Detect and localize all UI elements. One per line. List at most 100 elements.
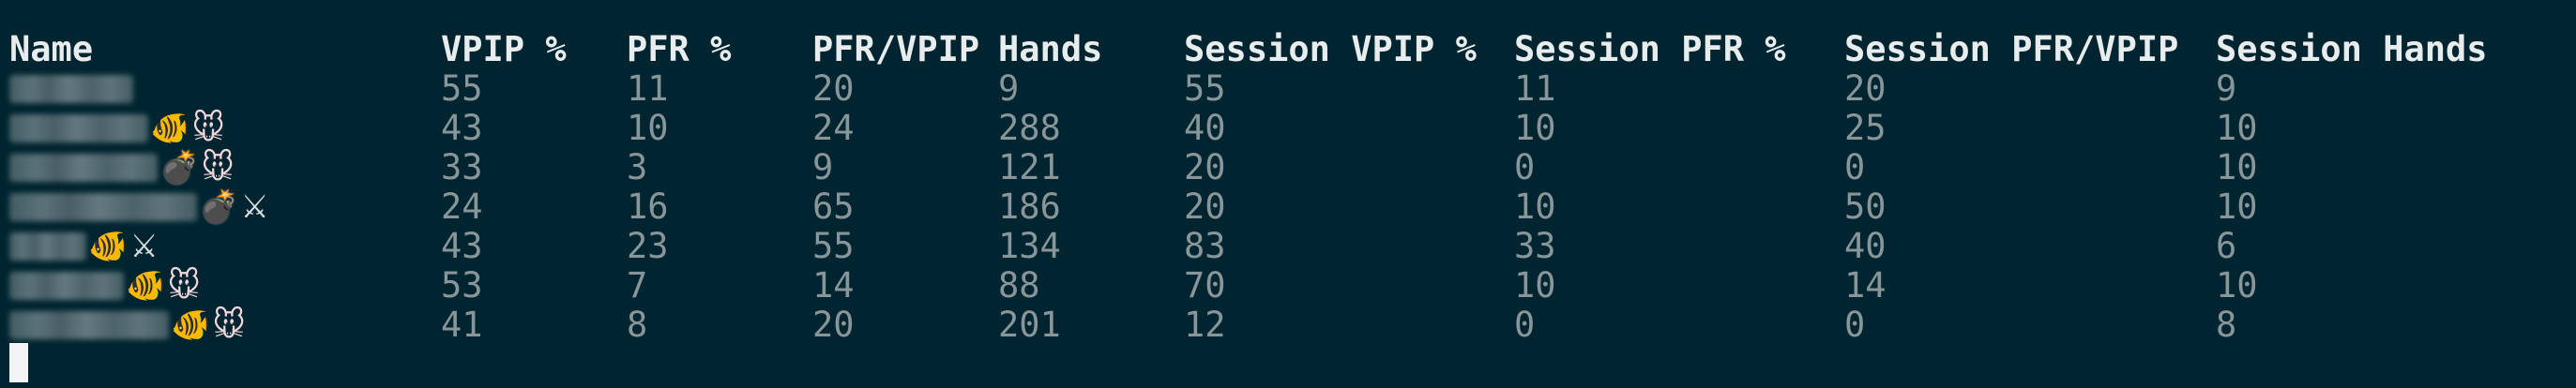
table-header-row: Name VPIP % PFR % PFR/VPIP Hands Session… [0,30,2576,69]
fish-icon: 🐠 [171,306,211,344]
stat-cell: 83 [1184,226,1226,266]
stat-cell: 10 [1514,187,1556,227]
stat-cell: 50 [1844,187,1887,227]
stat-cell: 53 [441,265,483,306]
bomb-icon: 💣 [199,188,239,226]
stat-cell: 43 [441,108,483,148]
player-name-cell: 🐠 🐭 [9,306,246,345]
table-row: 55 11 20 9 55 11 20 9 [0,69,2576,109]
stat-cell: 55 [812,226,855,266]
player-name-cell [9,69,133,109]
stat-cell: 6 [2216,226,2237,266]
redacted-player-name [9,75,133,103]
stat-cell: 0 [1514,147,1536,187]
mouse-icon: 🐭 [212,306,246,344]
redacted-player-name [9,154,158,182]
terminal-cursor [9,343,28,382]
stat-cell: 65 [812,187,855,227]
stat-cell: 55 [441,68,483,109]
stat-cell: 40 [1184,108,1226,148]
stat-cell: 11 [1514,68,1556,109]
header-session-hands: Session Hands [2216,29,2488,69]
stat-cell: 7 [627,265,648,306]
stat-cell: 10 [627,108,669,148]
player-name-cell: 💣 ⚔ [9,187,269,227]
stat-cell: 10 [2216,187,2258,227]
stat-cell: 0 [1844,147,1866,187]
stat-cell: 24 [812,108,855,148]
stat-cell: 9 [2216,68,2237,109]
stat-cell: 20 [812,305,855,345]
table-row: 💣 🐭 33 3 9 121 20 0 0 10 [0,148,2576,187]
table-row: 🐠 🐭 41 8 20 201 12 0 0 8 [0,306,2576,345]
redacted-player-name [9,272,124,300]
header-session-pfr-vpip: Session PFR/VPIP [1844,29,2179,69]
stat-cell: 14 [1844,265,1887,306]
stat-cell: 10 [2216,108,2258,148]
swords-icon: ⚔ [240,188,269,226]
stat-cell: 10 [2216,147,2258,187]
stat-cell: 10 [1514,108,1556,148]
stat-cell: 11 [627,68,669,109]
stat-cell: 186 [998,187,1061,227]
redacted-player-name [9,114,148,142]
player-name-cell: 💣 🐭 [9,148,235,187]
stat-cell: 9 [998,68,1020,109]
stat-cell: 55 [1184,68,1226,109]
header-pfr-vpip: PFR/VPIP [812,29,980,69]
table-row: 🐠 🐭 53 7 14 88 70 10 14 10 [0,266,2576,306]
header-session-vpip: Session VPIP % [1184,29,1477,69]
stat-cell: 10 [1514,265,1556,306]
header-hands: Hands [998,29,1103,69]
stat-cell: 0 [1844,305,1866,345]
player-name-cell: 🐠 ⚔ [9,227,159,266]
redacted-player-name [9,193,197,221]
mouse-icon: 🐭 [167,267,201,305]
fish-icon: 🐠 [150,110,190,147]
stat-cell: 20 [1184,147,1226,187]
table-row: 🐠 ⚔ 43 23 55 134 83 33 40 6 [0,227,2576,266]
stat-cell: 3 [627,147,648,187]
terminal-window[interactable]: Name VPIP % PFR % PFR/VPIP Hands Session… [0,0,2576,388]
stat-cell: 70 [1184,265,1226,306]
stat-cell: 41 [441,305,483,345]
fish-icon: 🐠 [88,228,129,265]
stat-cell: 134 [998,226,1061,266]
header-pfr: PFR % [627,29,732,69]
mouse-icon: 🐭 [191,110,225,147]
stat-cell: 23 [627,226,669,266]
stat-cell: 8 [2216,305,2237,345]
mouse-icon: 🐭 [201,149,235,187]
header-session-pfr: Session PFR % [1514,29,1786,69]
stat-cell: 43 [441,226,483,266]
player-name-cell: 🐠 🐭 [9,266,201,306]
stat-cell: 8 [627,305,648,345]
bomb-icon: 💣 [159,149,200,187]
stat-cell: 88 [998,265,1040,306]
table-row: 🐠 🐭 43 10 24 288 40 10 25 10 [0,109,2576,148]
stat-cell: 33 [1514,226,1556,266]
stat-cell: 40 [1844,226,1887,266]
table-row: 💣 ⚔ 24 16 65 186 20 10 50 10 [0,187,2576,227]
stat-cell: 33 [441,147,483,187]
redacted-player-name [9,232,86,261]
stat-cell: 20 [812,68,855,109]
stat-cell: 12 [1184,305,1226,345]
fish-icon: 🐠 [126,267,166,305]
stat-cell: 20 [1184,187,1226,227]
stat-cell: 24 [441,187,483,227]
stat-cell: 0 [1514,305,1536,345]
header-vpip: VPIP % [441,29,567,69]
stat-cell: 14 [812,265,855,306]
stat-cell: 288 [998,108,1061,148]
player-name-cell: 🐠 🐭 [9,109,225,148]
stat-cell: 16 [627,187,669,227]
stat-cell: 20 [1844,68,1887,109]
stat-cell: 25 [1844,108,1887,148]
stat-cell: 201 [998,305,1061,345]
stat-cell: 121 [998,147,1061,187]
redacted-player-name [9,311,169,339]
swords-icon: ⚔ [129,228,159,265]
header-name: Name [9,29,94,69]
stat-cell: 10 [2216,265,2258,306]
